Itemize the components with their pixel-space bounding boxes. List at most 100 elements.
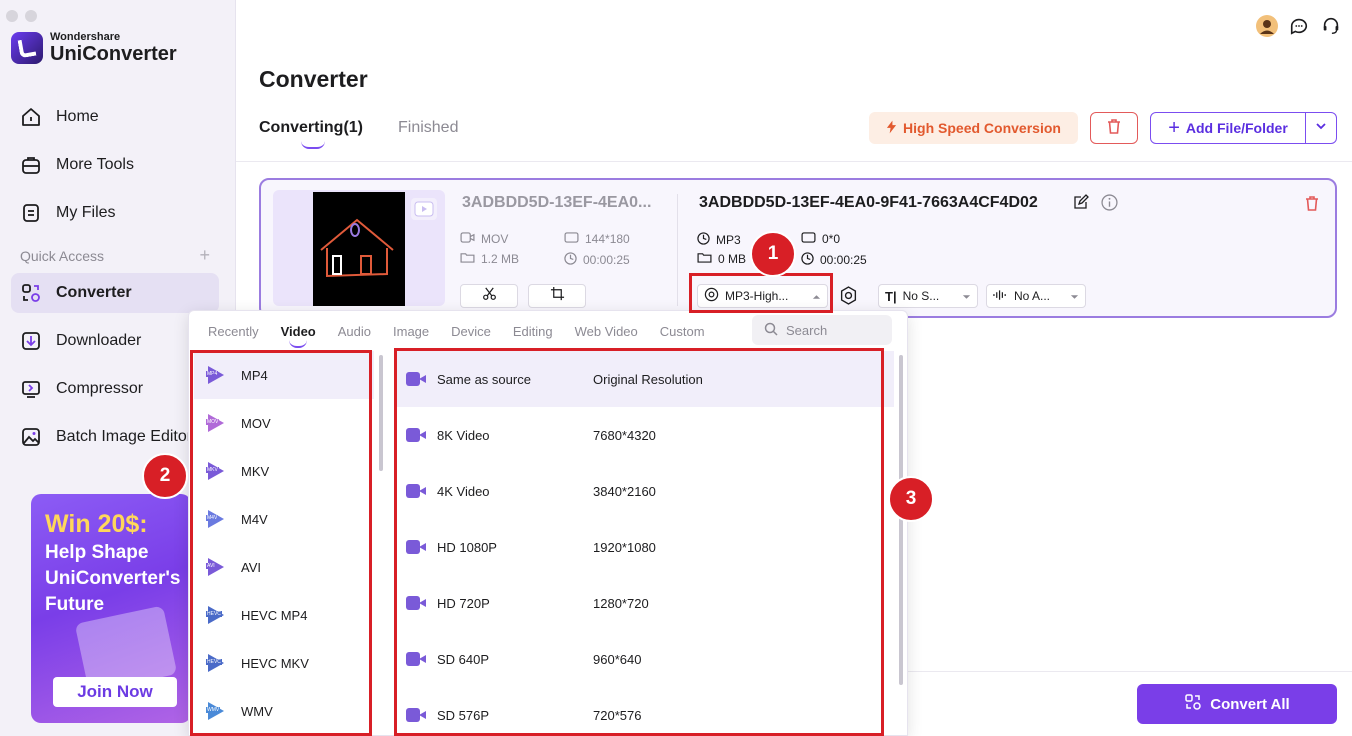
- source-resolution: 144*180: [564, 232, 630, 246]
- format-search-input[interactable]: Search: [752, 315, 892, 345]
- image-editor-icon: [20, 426, 42, 448]
- folder-icon: [460, 252, 475, 266]
- add-file-dropdown-button[interactable]: [1305, 112, 1337, 144]
- sidebar-item-label: Home: [56, 108, 99, 125]
- crop-button[interactable]: [528, 284, 586, 308]
- chevron-down-icon: [1314, 119, 1328, 138]
- tab-recently[interactable]: Recently: [208, 324, 259, 339]
- sidebar-item-home[interactable]: Home: [11, 97, 219, 137]
- scissors-icon: [482, 286, 497, 306]
- sidebar-item-label: Converter: [56, 284, 132, 301]
- add-file-folder-button[interactable]: + Add File/Folder: [1150, 112, 1306, 144]
- quick-access-header: Quick Access +: [20, 246, 210, 264]
- target-duration-value: 00:00:25: [820, 253, 867, 267]
- source-duration: 00:00:25: [564, 252, 630, 268]
- target-size: 0 MB: [697, 252, 746, 266]
- source-size-value: 1.2 MB: [481, 252, 520, 266]
- sidebar-item-label: My Files: [56, 204, 116, 221]
- support-headset-icon[interactable]: [1320, 15, 1342, 37]
- search-placeholder: Search: [786, 322, 828, 338]
- info-icon[interactable]: [1101, 194, 1118, 216]
- audio-track-dropdown[interactable]: No A...: [986, 284, 1086, 308]
- close-window-button[interactable]: [6, 10, 18, 22]
- add-quick-access-icon[interactable]: +: [199, 246, 210, 264]
- tab-editing[interactable]: Editing: [513, 324, 553, 339]
- join-now-button[interactable]: Join Now: [53, 677, 177, 707]
- sidebar-item-my-files[interactable]: My Files: [11, 193, 219, 233]
- promo-banner[interactable]: Win 20$: Help Shape UniConverter's Futur…: [31, 494, 191, 723]
- target-resolution: 0*0: [801, 232, 840, 246]
- convert-all-button[interactable]: Convert All: [1137, 684, 1337, 724]
- audio-dropdown-label: No A...: [1014, 289, 1051, 303]
- clock-icon: [801, 252, 814, 268]
- search-icon: [764, 322, 778, 339]
- annotation-marker-3: 3: [888, 476, 934, 522]
- footer-divider: [908, 671, 1352, 672]
- add-file-label: Add File/Folder: [1185, 120, 1288, 136]
- feedback-icon[interactable]: [1288, 15, 1310, 37]
- audio-format-icon: [697, 232, 710, 248]
- settings-icon[interactable]: [839, 286, 858, 310]
- minimize-window-button[interactable]: [25, 10, 37, 22]
- video-thumbnail[interactable]: [313, 192, 405, 306]
- convert-all-label: Convert All: [1210, 695, 1290, 713]
- target-filename: 3ADBDD5D-13EF-4EA0-9F41-7663A4CF4D02: [699, 194, 1038, 211]
- tab-finished[interactable]: Finished: [398, 119, 458, 137]
- source-format-value: MOV: [481, 232, 509, 246]
- trim-button[interactable]: [460, 284, 518, 308]
- tab-video[interactable]: Video: [281, 324, 316, 348]
- format-category-tabs: Recently Video Audio Image Device Editin…: [208, 324, 727, 348]
- sidebar-item-label: More Tools: [56, 156, 134, 173]
- annotation-marker-1: 1: [750, 231, 796, 277]
- remove-file-icon[interactable]: [1303, 194, 1321, 217]
- high-speed-conversion-button[interactable]: High Speed Conversion: [869, 112, 1078, 144]
- annotation-box-3: [394, 348, 884, 736]
- card-divider: [677, 194, 678, 306]
- play-preview-icon[interactable]: [411, 198, 437, 220]
- tab-web-video[interactable]: Web Video: [575, 324, 638, 339]
- promo-title: Win 20$:: [45, 510, 148, 538]
- sidebar-item-label: Downloader: [56, 332, 142, 349]
- source-resolution-value: 144*180: [585, 232, 630, 246]
- tab-image[interactable]: Image: [393, 324, 429, 339]
- home-icon: [20, 106, 42, 128]
- edit-name-icon[interactable]: [1073, 194, 1089, 215]
- downloader-icon: [20, 330, 42, 352]
- avatar[interactable]: [1256, 15, 1278, 37]
- annotation-box-1: [689, 273, 833, 313]
- subtitle-dropdown[interactable]: T| No S...: [878, 284, 978, 308]
- toolbox-icon: [20, 154, 42, 176]
- high-speed-label: High Speed Conversion: [903, 120, 1061, 136]
- compressor-icon: [20, 378, 42, 400]
- brand-small: Wondershare: [50, 31, 121, 43]
- source-format: MOV: [460, 232, 508, 246]
- brand: Wondershare UniConverter: [11, 31, 177, 65]
- annotation-marker-2: 2: [142, 453, 188, 499]
- target-resolution-value: 0*0: [822, 232, 841, 246]
- sidebar-item-converter[interactable]: Converter: [11, 273, 219, 313]
- promo-subtitle: Help Shape UniConverter's Future: [45, 542, 181, 615]
- caret-down-icon: [1070, 289, 1079, 303]
- caret-down-icon: [962, 289, 971, 303]
- convert-icon: [1184, 693, 1202, 715]
- format-list-scrollbar[interactable]: [379, 355, 383, 471]
- target-format-value: MP3: [716, 233, 741, 247]
- trash-icon: [1105, 117, 1123, 140]
- delete-all-button[interactable]: [1090, 112, 1138, 144]
- sidebar-item-more-tools[interactable]: More Tools: [11, 145, 219, 185]
- sidebar-item-label: Compressor: [56, 380, 144, 397]
- crop-icon: [550, 286, 565, 306]
- brand-big: UniConverter: [50, 43, 177, 65]
- tab-converting[interactable]: Converting(1): [259, 119, 363, 149]
- window-controls: [6, 10, 37, 22]
- folder-icon: [697, 252, 712, 266]
- header-divider: [236, 161, 1352, 162]
- uniconverter-logo-icon: [11, 32, 43, 64]
- target-size-value: 0 MB: [718, 252, 747, 266]
- tab-device[interactable]: Device: [451, 324, 491, 339]
- video-icon: [460, 232, 475, 246]
- tab-custom[interactable]: Custom: [660, 324, 705, 339]
- top-toolbar: [1256, 15, 1342, 37]
- tab-audio[interactable]: Audio: [338, 324, 371, 339]
- plus-icon: +: [1168, 116, 1180, 139]
